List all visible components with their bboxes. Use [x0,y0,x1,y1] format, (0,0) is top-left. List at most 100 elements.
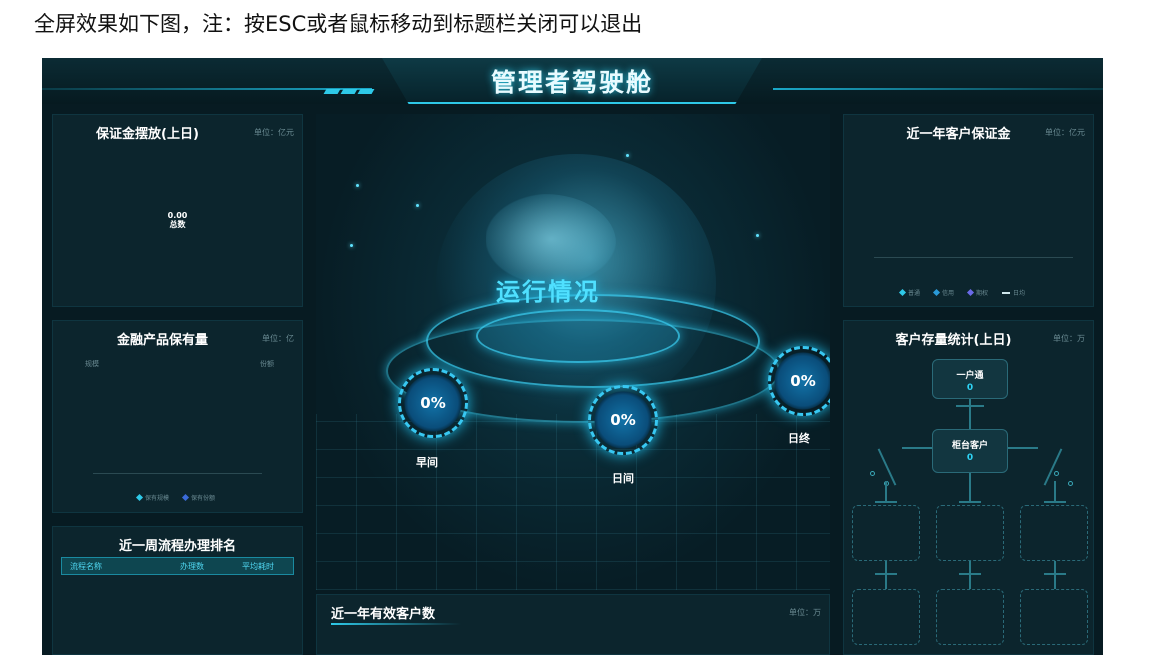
legend-item[interactable]: 信用 [932,288,955,297]
margin-total-label: 总数 [169,220,186,229]
connector [875,501,897,503]
stat-box [852,505,920,561]
gauge-value: 0% [790,372,816,390]
platform-core [476,309,680,363]
node-value: 0 [966,453,974,463]
financial-products-panel: 金融产品保有量 单位：亿 规模 份额 保有规模 保有份额 [52,320,303,513]
connector [1054,481,1056,503]
column-header[interactable]: 流程名称 [70,561,102,572]
node-label: 一户通 [956,371,984,381]
gauge-morning[interactable]: 0% [398,368,468,438]
legend-label: 普通 [908,290,921,297]
operation-status-label: 运行情况 [496,278,600,306]
x-axis [93,473,262,474]
star-dot [356,184,359,187]
panel-title: 近一年有效客户数 [331,607,436,622]
panel-title: 客户存量统计(上日) [895,333,1012,348]
connector [1008,447,1038,449]
x-axis [874,257,1073,258]
margin-total-value: 0.00 [167,211,188,220]
gauge-label: 日终 [788,432,810,445]
connector [959,573,981,575]
star-dot [756,234,759,237]
legend-marker [932,288,941,297]
legend-label: 保有规模 [145,495,170,502]
legend-item[interactable]: 普通 [898,288,921,297]
gauge-value: 0% [420,394,446,412]
panel-title: 金融产品保有量 [116,333,208,348]
star-dot [350,244,353,247]
page-caption: 全屏效果如下图，注：按ESC或者鼠标移动到标题栏关闭可以退出 [34,12,643,36]
gauge-label: 日间 [612,472,634,485]
connector [885,481,887,503]
star-dot [626,154,629,157]
header-stripes [323,89,375,94]
chart-legend: 普通 信用 期权 日均 [898,288,1025,297]
panel-unit: 单位：万 [1053,334,1085,343]
legend-label: 信用 [942,290,955,297]
panel-unit: 单位：万 [789,608,821,617]
node-counter-customers[interactable]: 柜台客户 0 [932,429,1008,473]
legend-marker [1002,291,1011,294]
operation-status-panel: 运行情况 0% 早间 0% 日间 0% 日终 [316,114,830,590]
legend-marker [898,288,907,297]
grid-floor [316,414,830,590]
connector [1054,561,1056,589]
legend-item[interactable]: 期权 [966,288,989,297]
header-wing-right [773,88,1103,90]
gauge-label: 早间 [416,456,438,469]
header-wing-left [42,88,372,90]
axis-label-right: 份额 [260,360,274,368]
connector [902,447,932,449]
panel-title: 保证金摆放(上日) [96,127,199,142]
stat-box [852,589,920,645]
dashboard-title: 管理者驾驶舱 [490,68,653,97]
panel-title: 近一年客户保证金 [906,127,1011,142]
circuit-dot [1054,471,1059,476]
customer-inventory-panel: 客户存量统计(上日) 单位：万 一户通 0 柜台客户 0 [843,320,1094,655]
connector [969,399,971,429]
legend-label: 期权 [976,290,989,297]
stat-box [936,589,1004,645]
title-underline [331,623,461,625]
process-ranking-panel: 近一周流程办理排名 流程名称 办理数 平均耗时 [52,526,303,655]
gauge-daytime[interactable]: 0% [588,385,658,455]
dashboard-screen: 管理者驾驶舱 保证金摆放(上日) 单位：亿元 0.00 总数 金融产品保有量 单… [42,58,1103,655]
connector [1043,448,1063,486]
panel-unit: 单位：亿元 [1045,128,1085,137]
stat-box [1020,589,1088,645]
ranking-table-header: 流程名称 办理数 平均耗时 [61,557,294,575]
stat-box [1020,505,1088,561]
legend-marker [181,493,190,502]
panel-unit: 单位：亿元 [254,128,294,137]
panel-title: 近一周流程办理排名 [118,539,236,554]
legend-item[interactable]: 日均 [1002,288,1025,297]
active-customers-panel: 近一年有效客户数 单位：万 [316,594,830,655]
legend-item[interactable]: 保有规模 [135,493,170,502]
axis-label-left: 规模 [85,360,99,368]
circuit-dot [870,471,875,476]
node-label: 柜台客户 [951,441,988,451]
connector [875,573,897,575]
gauge-end-of-day[interactable]: 0% [768,346,830,416]
connector [959,501,981,503]
gauge-value: 0% [610,411,636,429]
legend-item[interactable]: 保有份额 [181,493,216,502]
connector [969,561,971,589]
column-header[interactable]: 平均耗时 [242,561,274,572]
connector [885,561,887,589]
legend-label: 保有份额 [191,495,216,502]
connector [956,405,984,407]
customer-margin-panel: 近一年客户保证金 单位：亿元 普通 信用 期权 日均 [843,114,1094,307]
legend-marker [135,493,144,502]
circuit-dot [1068,481,1073,486]
dashboard-header[interactable]: 管理者驾驶舱 [42,58,1103,104]
legend-marker [966,288,975,297]
panel-unit: 单位：亿 [262,334,294,343]
stat-box [936,505,1004,561]
chart-legend: 保有规模 保有份额 [135,493,216,502]
column-header[interactable]: 办理数 [180,561,204,572]
connector [969,473,971,503]
connector [877,448,897,486]
node-one-account[interactable]: 一户通 0 [932,359,1008,399]
